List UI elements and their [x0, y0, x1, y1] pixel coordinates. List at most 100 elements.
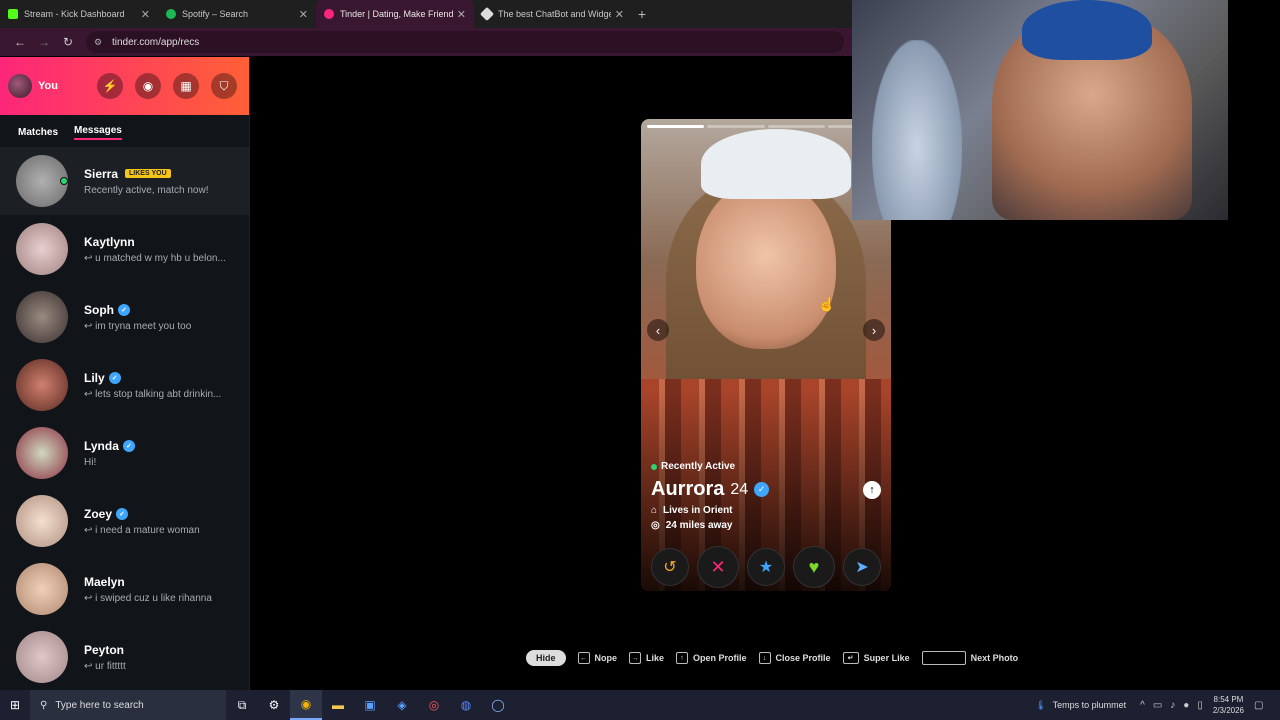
list-item[interactable]: Soph ✓ ↩ im tryna meet you too: [0, 283, 249, 351]
avatar: [16, 495, 68, 547]
list-item[interactable]: Lily ✓ ↩ lets stop talking abt drinkin...: [0, 351, 249, 419]
weather-text: Temps to plummet: [1052, 700, 1127, 710]
reload-icon[interactable]: ↻: [56, 35, 80, 49]
tab-messages[interactable]: Messages: [74, 125, 122, 140]
steam-icon[interactable]: ◈: [386, 690, 418, 720]
hide-shortcuts-button[interactable]: Hide: [526, 650, 566, 666]
task-view-icon[interactable]: ⧉: [226, 690, 258, 720]
sidebar-header: You ⚡ ◉ ▦ ⛉: [0, 57, 249, 115]
thermometer-icon: 🌡: [1035, 699, 1047, 710]
safety-shield-icon[interactable]: ⛉: [211, 73, 237, 99]
chrome-icon[interactable]: ◉: [290, 690, 322, 720]
list-item[interactable]: Sierra LIKES YOU Recently active, match n…: [0, 147, 249, 215]
boost-send-icon[interactable]: ➤: [843, 548, 881, 586]
list-item[interactable]: Maelyn ↩ i swiped cuz u like rihanna: [0, 555, 249, 623]
avatar: [16, 427, 68, 479]
back-icon[interactable]: ←: [8, 35, 32, 49]
chevron-up-icon[interactable]: ^: [1140, 700, 1145, 711]
microphone-icon[interactable]: ●: [1183, 700, 1189, 711]
weather-widget[interactable]: 🌡 Temps to plummet: [1035, 700, 1126, 711]
shortcut-close-profile: Close Profile: [775, 653, 831, 663]
new-tab-button[interactable]: +: [632, 6, 652, 22]
boost-icon[interactable]: ⚡: [97, 73, 123, 99]
tab-matches[interactable]: Matches: [18, 127, 58, 138]
avatar: [16, 291, 68, 343]
store-icon[interactable]: ▣: [354, 690, 386, 720]
likes-you-badge: LIKES YOU: [125, 169, 171, 178]
app-icon-2[interactable]: ◯: [482, 690, 514, 720]
super-like-icon[interactable]: ★: [747, 548, 785, 586]
file-explorer-icon[interactable]: ▬: [322, 690, 354, 720]
action-bar: ↺ ✕ ★ ♥ ➤: [651, 546, 881, 588]
list-item[interactable]: Kaytlynn ↩ u matched w my hb u belon...: [0, 215, 249, 283]
url-input[interactable]: ⚙ tinder.com/app/recs: [86, 31, 844, 53]
hand-cursor-icon: ☝: [818, 296, 836, 312]
avatar: [16, 155, 68, 207]
open-profile-icon[interactable]: ↑: [863, 481, 881, 499]
network-icon[interactable]: ▭: [1153, 700, 1162, 711]
shortcut-nope: Nope: [594, 653, 618, 663]
taskbar-search-input[interactable]: ⚲ Type here to search: [30, 690, 226, 720]
online-indicator: [60, 177, 68, 185]
shortcut-next-photo: Next Photo: [970, 653, 1019, 663]
url-text: tinder.com/app/recs: [112, 36, 200, 48]
tab-tinder[interactable]: Tinder | Dating, Make Friends & ✕: [316, 0, 474, 28]
photo-indicator-bar: [647, 125, 705, 128]
match-name: Soph: [84, 302, 114, 317]
verified-icon: ✓: [122, 439, 135, 452]
arrow-left-key-icon: ←: [577, 652, 590, 664]
windows-start-icon[interactable]: ⊞: [0, 698, 30, 712]
battery-icon[interactable]: ▯: [1197, 700, 1203, 711]
close-tab-icon[interactable]: ✕: [457, 8, 466, 21]
kick-icon: [8, 9, 18, 19]
chevron-left-icon[interactable]: ‹: [647, 319, 669, 341]
tab-chatbot[interactable]: The best ChatBot and Widgets ✕: [474, 0, 632, 28]
profile-info: Recently Active Aurrora 24 ✓ ⌂ Lives in O…: [651, 461, 881, 531]
photo-indicator: [647, 125, 885, 128]
location-pin-icon: ◎: [651, 520, 660, 531]
obs-icon[interactable]: ◎: [418, 690, 450, 720]
volume-icon[interactable]: ♪: [1170, 700, 1175, 711]
keyboard-shortcuts-bar: Hide ← Nope → Like ↑ Open Profile ↓ Close Pr…: [526, 650, 1018, 666]
avatar: [16, 223, 68, 275]
close-tab-icon[interactable]: ✕: [615, 8, 624, 21]
close-tab-icon[interactable]: ✕: [141, 8, 150, 21]
avatar[interactable]: [8, 74, 32, 98]
settings-gear-icon[interactable]: ⚙: [258, 690, 290, 720]
list-item[interactable]: Zoey ✓ ↩ i need a mature woman: [0, 487, 249, 555]
message-preview: ↩ i need a mature woman: [84, 524, 200, 536]
site-info-icon[interactable]: ⚙: [94, 37, 104, 47]
verified-icon: ✓: [118, 303, 130, 316]
close-tab-icon[interactable]: ✕: [299, 8, 308, 21]
briefcase-icon[interactable]: ▦: [173, 73, 199, 99]
system-tray: ^ ▭ ♪ ● ▯: [1140, 700, 1203, 711]
like-icon[interactable]: ♥: [793, 546, 835, 588]
shortcut-super-like: Super Like: [863, 653, 910, 663]
nope-icon[interactable]: ✕: [697, 546, 739, 588]
explore-icon[interactable]: ◉: [135, 73, 161, 99]
message-preview: ↩ ur fittttt: [84, 660, 126, 672]
match-name: Maelyn: [84, 574, 125, 589]
arrow-up-key-icon: ↑: [676, 652, 689, 664]
message-preview: ↩ im tryna meet you too: [84, 320, 192, 332]
notifications-icon[interactable]: ▢: [1254, 700, 1274, 711]
shortcut-like: Like: [646, 653, 665, 663]
home-icon: ⌂: [651, 505, 658, 516]
forward-icon[interactable]: →: [32, 35, 56, 49]
app-icon[interactable]: ◍: [450, 690, 482, 720]
arrow-right-key-icon: →: [629, 652, 642, 664]
clock[interactable]: 8:54 PM 2/3/2026: [1213, 694, 1244, 716]
taskbar: ⊞ ⚲ Type here to search ⧉ ⚙ ◉ ▬ ▣ ◈ ◎ ◍ …: [0, 690, 1280, 720]
list-item[interactable]: Peyton ↩ ur fittttt: [0, 623, 249, 690]
photo-indicator-bar: [767, 125, 825, 128]
tab-spotify[interactable]: Spotify – Search ✕: [158, 0, 316, 28]
chevron-right-icon[interactable]: ›: [863, 319, 885, 341]
tinder-icon: [324, 9, 334, 19]
you-label[interactable]: You: [38, 80, 58, 92]
tab-kick[interactable]: Stream - Kick Dashboard ✕: [0, 0, 158, 28]
rewind-icon[interactable]: ↺: [651, 548, 689, 586]
list-item[interactable]: Lynda ✓ Hi!: [0, 419, 249, 487]
lives-in: Lives in Orient: [663, 505, 733, 516]
avatar: [16, 631, 68, 683]
profile-name: Aurrora: [651, 478, 725, 500]
